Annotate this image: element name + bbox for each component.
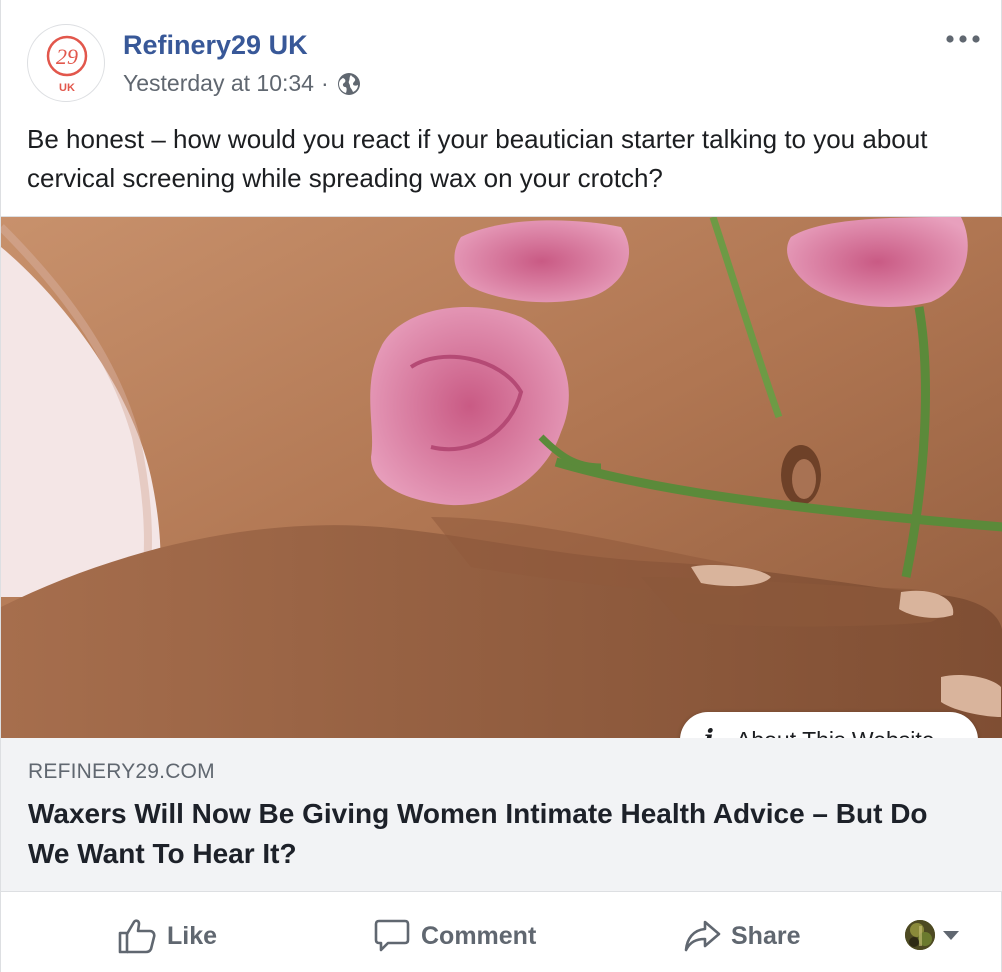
thumbs-up-icon [118,919,156,954]
page-avatar[interactable]: 29 UK [27,24,105,102]
chevron-down-icon [943,930,959,940]
share-button[interactable]: Share [683,916,800,956]
comment-button[interactable]: Comment [373,916,536,956]
post-as-selector[interactable] [905,920,959,950]
comment-icon [374,919,410,952]
roses-on-skin-photo [1,217,1002,738]
link-headline[interactable]: Waxers Will Now Be Giving Women Intimate… [28,794,958,874]
like-button[interactable]: Like [117,916,217,956]
refinery29-logo: 29 UK [46,35,88,94]
post-image[interactable] [1,216,1002,738]
meta-separator: · [320,70,329,96]
globe-icon[interactable] [337,72,361,96]
like-label: Like [167,921,218,950]
post-header: 29 UK Refinery29 UK Yesterday at 10:34 · [1,0,1001,118]
link-preview-card[interactable]: REFINERY29.COM Waxers Will Now Be Giving… [1,738,1002,892]
share-label: Share [731,921,801,950]
page-name-link[interactable]: Refinery29 UK [123,30,308,61]
svg-text:UK: UK [59,82,75,94]
comment-label: Comment [421,921,537,950]
link-domain: REFINERY29.COM [28,760,215,783]
user-avatar [905,920,935,950]
post-actions-bar: Like Comment Share [1,892,1002,972]
post-meta: Yesterday at 10:34 · [123,70,361,97]
svg-text:29: 29 [56,44,78,69]
feed-post: 29 UK Refinery29 UK Yesterday at 10:34 · [0,0,1002,972]
post-message: Be honest – how would you react if your … [27,124,928,193]
share-icon [684,920,721,952]
post-timestamp[interactable]: Yesterday at 10:34 [123,70,314,97]
more-options-icon[interactable] [943,24,983,54]
